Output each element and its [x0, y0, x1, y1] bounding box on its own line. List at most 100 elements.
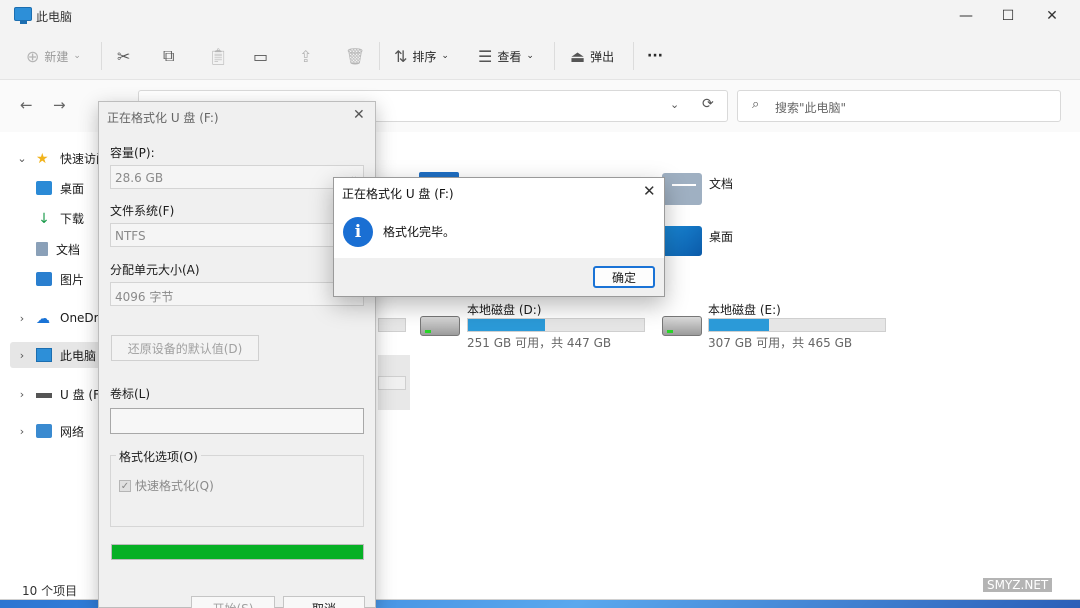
- drive-usage-bar: [378, 376, 406, 390]
- delete-button[interactable]: 🗑︎: [345, 44, 365, 68]
- message-box-title: 正在格式化 U 盘 (F:): [342, 187, 454, 201]
- cancel-button[interactable]: 取消: [283, 596, 365, 608]
- plus-circle-icon: ⊕: [26, 46, 40, 66]
- minimize-button[interactable]: —: [943, 0, 989, 32]
- usb-drive-icon: [36, 392, 52, 398]
- download-icon: ↓: [38, 211, 50, 227]
- format-progress-bar: [111, 544, 364, 560]
- refresh-button[interactable]: ⟳: [702, 96, 714, 112]
- allocation-select[interactable]: 4096 字节: [110, 282, 364, 306]
- filesystem-label: 文件系统(F): [110, 204, 175, 218]
- cut-button[interactable]: ✂: [117, 44, 130, 68]
- search-placeholder[interactable]: 搜索"此电脑": [775, 99, 846, 116]
- maximize-button[interactable]: ☐: [985, 0, 1031, 32]
- chevron-right-icon: ›: [19, 424, 25, 438]
- drive-usage-fill: [468, 319, 546, 331]
- drive-usage-bar: [378, 318, 406, 332]
- network-icon: [36, 424, 52, 438]
- close-button[interactable]: ✕: [1029, 0, 1075, 32]
- sidebar-item-pictures[interactable]: 图片: [36, 266, 84, 292]
- command-bar: ⊕ 新建 ⌄ ✂ ⧉ 📋︎ ▭ ⇪ 🗑︎ ⇅ 排序 ⌄ ☰ 查看 ⌄ ⏏ 弹出 …: [0, 32, 1080, 80]
- view-list-icon: ☰: [478, 46, 493, 66]
- copy-button[interactable]: ⧉: [163, 44, 174, 68]
- volume-label: 卷标(L): [110, 387, 151, 401]
- capacity-value: 28.6 GB: [115, 171, 164, 185]
- sort-arrows-icon: ⇅: [394, 46, 408, 66]
- restore-defaults-button[interactable]: 还原设备的默认值(D): [111, 335, 259, 361]
- title-bar: 此电脑 — ☐ ✕: [0, 0, 1080, 32]
- allocation-value: 4096 字节: [115, 290, 174, 304]
- back-button[interactable]: ←: [20, 96, 33, 114]
- folder-label-documents[interactable]: 文档: [709, 175, 733, 192]
- sidebar-item-label: 桌面: [60, 181, 85, 196]
- status-item-count: 10 个项目: [22, 584, 78, 598]
- progress-fill: [112, 545, 363, 559]
- document-icon: [36, 242, 48, 256]
- address-history-chevron-icon[interactable]: ⌄: [670, 98, 679, 111]
- sidebar-item-documents[interactable]: 文档: [36, 236, 80, 262]
- close-icon[interactable]: ✕: [353, 107, 365, 123]
- sidebar-item-usb-drive[interactable]: › U 盘 (F:): [16, 381, 108, 407]
- forward-button[interactable]: →: [53, 96, 66, 114]
- rename-button[interactable]: ▭: [253, 44, 268, 68]
- info-icon: i: [343, 217, 373, 247]
- toolbar-divider: [633, 42, 634, 70]
- ok-button[interactable]: 确定: [593, 266, 655, 288]
- sidebar-item-downloads[interactable]: ↓ 下载: [36, 205, 84, 231]
- quick-format-checkbox[interactable]: ✓ 快速格式化(Q): [119, 477, 214, 494]
- chevron-right-icon: ›: [19, 311, 25, 325]
- drive-usage-bar-d: [467, 318, 645, 332]
- sort-button[interactable]: ⇅ 排序 ⌄: [394, 44, 449, 68]
- message-text: 格式化完毕。: [383, 225, 456, 239]
- sort-label: 排序: [412, 49, 437, 64]
- paste-button[interactable]: 📋︎: [208, 44, 228, 68]
- format-dialog-title: 正在格式化 U 盘 (F:): [107, 111, 219, 125]
- watermark-sub: SMYZ.NET: [983, 578, 1053, 592]
- drive-name-d[interactable]: 本地磁盘 (D:): [467, 301, 541, 318]
- sidebar-item-network[interactable]: › 网络: [16, 418, 84, 444]
- more-options-button[interactable]: ···: [647, 44, 663, 68]
- computer-icon: [36, 348, 52, 362]
- chevron-down-icon: ⌄: [441, 51, 449, 61]
- new-button[interactable]: ⊕ 新建 ⌄: [26, 44, 81, 68]
- desktop-folder-icon[interactable]: [662, 226, 702, 256]
- drive-name-e[interactable]: 本地磁盘 (E:): [708, 301, 781, 318]
- hard-drive-icon: [420, 316, 460, 336]
- toolbar-divider: [379, 42, 380, 70]
- sidebar-item-this-pc[interactable]: › 此电脑: [10, 342, 105, 368]
- window-title: 此电脑: [36, 10, 73, 24]
- search-icon: ⌕: [752, 97, 760, 112]
- share-button[interactable]: ⇪: [299, 44, 312, 68]
- sidebar-item-label: 网络: [60, 424, 85, 439]
- start-button[interactable]: 开始(S): [191, 596, 275, 608]
- copy-icon: ⧉: [163, 46, 175, 65]
- sidebar-item-quick-access[interactable]: ⌄ ★ 快速访问: [16, 145, 108, 171]
- sidebar-item-label: 此电脑: [60, 348, 97, 363]
- checkbox-check-icon: ✓: [119, 479, 131, 492]
- documents-folder-icon: [672, 184, 696, 186]
- hard-drive-icon: [662, 316, 702, 336]
- chevron-down-icon: ⌄: [17, 151, 27, 165]
- capacity-select[interactable]: 28.6 GB⌄: [110, 165, 364, 189]
- documents-folder-icon[interactable]: [662, 173, 702, 205]
- volume-label-input[interactable]: [110, 408, 364, 434]
- allocation-label: 分配单元大小(A): [110, 263, 200, 277]
- folder-label-desktop[interactable]: 桌面: [709, 228, 733, 245]
- chevron-down-icon: ⌄: [526, 51, 534, 61]
- share-icon: ⇪: [299, 46, 313, 66]
- eject-button[interactable]: ⏏ 弹出: [570, 44, 614, 68]
- sidebar-item-label: 下载: [60, 211, 85, 226]
- close-icon[interactable]: ✕: [643, 182, 656, 200]
- drive-free-space-d: 251 GB 可用，共 447 GB: [467, 336, 612, 350]
- chevron-right-icon: ›: [19, 348, 25, 362]
- star-icon: ★: [36, 151, 49, 167]
- drive-usage-bar-e: [708, 318, 886, 332]
- sidebar-item-desktop[interactable]: 桌面: [36, 175, 84, 201]
- filesystem-select[interactable]: NTFS: [110, 223, 364, 247]
- view-label: 查看: [497, 49, 522, 64]
- chevron-right-icon: ›: [19, 387, 25, 401]
- toolbar-divider: [101, 42, 102, 70]
- sidebar-item-label: 文档: [56, 242, 81, 257]
- view-button[interactable]: ☰ 查看 ⌄: [478, 44, 534, 68]
- drive-usage-fill: [709, 319, 769, 331]
